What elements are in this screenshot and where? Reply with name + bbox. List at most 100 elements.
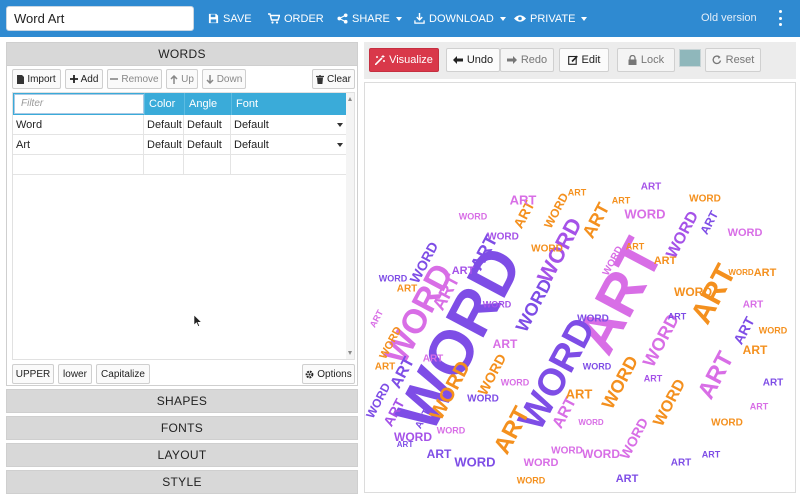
cloud-word[interactable]: ART <box>427 447 452 461</box>
redo-button[interactable]: Redo <box>500 48 554 72</box>
column-header-font[interactable]: Font <box>231 93 346 115</box>
clear-button[interactable]: Clear <box>312 69 355 89</box>
table-row[interactable]: Word Default Default Default <box>13 115 346 135</box>
download-menu[interactable]: DOWNLOAD <box>414 0 506 37</box>
lowercase-button[interactable]: lower <box>58 364 92 384</box>
scroll-down-icon[interactable] <box>348 351 352 355</box>
cloud-word[interactable]: WORD <box>583 361 612 371</box>
dropdown-arrow-icon[interactable] <box>337 143 343 147</box>
cloud-word[interactable]: WORD <box>711 418 743 429</box>
options-button[interactable]: Options <box>302 364 355 384</box>
cloud-word[interactable]: ART <box>654 255 677 267</box>
cloud-word[interactable]: WORD <box>437 425 466 435</box>
cloud-word[interactable]: ART <box>671 458 692 469</box>
cloud-word[interactable]: WORD <box>616 415 651 462</box>
cloud-word[interactable]: WORD <box>531 244 563 255</box>
visualize-button[interactable]: Visualize <box>369 48 439 72</box>
dropdown-arrow-icon[interactable] <box>337 123 343 127</box>
color-cell[interactable]: Default <box>144 135 184 155</box>
cloud-word[interactable]: ART <box>568 187 587 197</box>
cloud-word[interactable]: ART <box>697 208 721 237</box>
word-cloud-canvas[interactable]: WORD ART WORD WORD ART ART WORD ART WORD ART WORD A… <box>364 82 796 493</box>
cloud-word[interactable]: ART <box>375 362 396 373</box>
cloud-word[interactable]: WORD <box>577 314 609 325</box>
cloud-word[interactable]: ART <box>493 337 518 351</box>
lock-button[interactable]: Lock <box>617 48 675 72</box>
cloud-word[interactable]: ART <box>730 314 758 347</box>
angle-cell[interactable] <box>184 155 231 175</box>
cloud-word[interactable]: ART <box>510 192 537 207</box>
cloud-word[interactable]: ART <box>452 265 475 277</box>
import-button[interactable]: Import <box>12 69 61 89</box>
cloud-word[interactable]: WORD <box>501 377 530 387</box>
cloud-word[interactable]: ART <box>743 343 768 357</box>
cloud-word[interactable]: WORD <box>454 454 495 469</box>
cloud-word[interactable]: WORD <box>663 209 702 262</box>
cloud-word[interactable]: WORD <box>524 457 559 469</box>
add-button[interactable]: Add <box>65 69 103 89</box>
old-version-link[interactable]: Old version <box>701 0 757 37</box>
move-down-button[interactable]: Down <box>202 69 246 89</box>
cloud-word[interactable]: ART <box>612 195 631 205</box>
cloud-word[interactable]: ART <box>578 199 613 241</box>
cloud-word[interactable]: ART <box>750 401 769 411</box>
color-cell[interactable]: Default <box>144 115 184 135</box>
cloud-word[interactable]: ART <box>763 378 784 389</box>
color-cell[interactable] <box>144 155 184 175</box>
cloud-word[interactable]: ART <box>668 311 687 321</box>
background-color-swatch[interactable] <box>679 49 701 67</box>
order-button[interactable]: ORDER <box>268 0 324 37</box>
cloud-word[interactable]: ART <box>368 308 386 329</box>
cloud-word[interactable]: ART <box>754 267 777 279</box>
cloud-word[interactable]: ART <box>641 182 662 193</box>
cloud-word[interactable]: WORD <box>759 325 788 335</box>
cloud-word[interactable]: WORD <box>674 285 712 299</box>
cloud-word[interactable]: ART <box>397 440 414 449</box>
reset-button[interactable]: Reset <box>705 48 761 72</box>
font-cell[interactable]: Default <box>231 135 346 155</box>
angle-cell[interactable]: Default <box>184 115 231 135</box>
cloud-word[interactable]: WORD <box>728 227 763 239</box>
cloud-word[interactable]: WORD <box>459 211 488 221</box>
cloud-word[interactable]: ART <box>692 347 739 404</box>
cloud-word[interactable]: ART <box>743 300 764 311</box>
cloud-word[interactable]: WORD <box>551 446 583 457</box>
share-menu[interactable]: SHARE <box>337 0 402 37</box>
cloud-word[interactable]: WORD <box>578 418 604 427</box>
font-cell[interactable]: Default <box>231 115 346 135</box>
cloud-word[interactable]: WORD <box>379 273 408 283</box>
word-cell[interactable]: Word <box>13 115 144 135</box>
edit-button[interactable]: Edit <box>559 48 609 72</box>
more-menu-icon[interactable] <box>776 10 784 26</box>
shapes-section-header[interactable]: SHAPES <box>6 389 358 413</box>
move-up-button[interactable]: Up <box>166 69 198 89</box>
angle-cell[interactable]: Default <box>184 135 231 155</box>
cloud-word[interactable]: WORD <box>728 268 754 277</box>
remove-button[interactable]: Remove <box>107 69 162 89</box>
filter-input[interactable]: Filter <box>14 94 144 114</box>
table-row-empty[interactable] <box>13 155 346 175</box>
cloud-word[interactable]: ART <box>616 473 639 485</box>
cloud-word[interactable]: ART <box>702 449 721 459</box>
table-row[interactable]: Art Default Default Default <box>13 135 346 155</box>
scroll-up-icon[interactable] <box>348 97 352 101</box>
layout-section-header[interactable]: LAYOUT <box>6 443 358 467</box>
column-header-color[interactable]: Color <box>144 93 184 115</box>
words-section-header[interactable]: WORDS <box>6 42 358 66</box>
cloud-word[interactable]: WORD <box>517 475 546 485</box>
style-section-header[interactable]: STYLE <box>6 470 358 494</box>
cloud-word[interactable]: ART <box>423 354 444 365</box>
cloud-word[interactable]: WORD <box>650 377 689 430</box>
cloud-word[interactable]: WORD <box>624 206 665 221</box>
cloud-word[interactable]: ART <box>566 386 593 401</box>
cloud-word[interactable]: WORD <box>689 194 721 205</box>
cloud-word[interactable]: ART <box>644 373 663 383</box>
cloud-word[interactable]: WORD <box>483 299 512 309</box>
table-scrollbar[interactable] <box>346 93 354 359</box>
capitalize-button[interactable]: Capitalize <box>96 364 150 384</box>
word-cell[interactable] <box>13 155 144 175</box>
fonts-section-header[interactable]: FONTS <box>6 416 358 440</box>
cloud-word[interactable]: WORD <box>582 447 620 461</box>
cloud-word[interactable]: WORD <box>487 232 519 243</box>
uppercase-button[interactable]: UPPER <box>12 364 54 384</box>
